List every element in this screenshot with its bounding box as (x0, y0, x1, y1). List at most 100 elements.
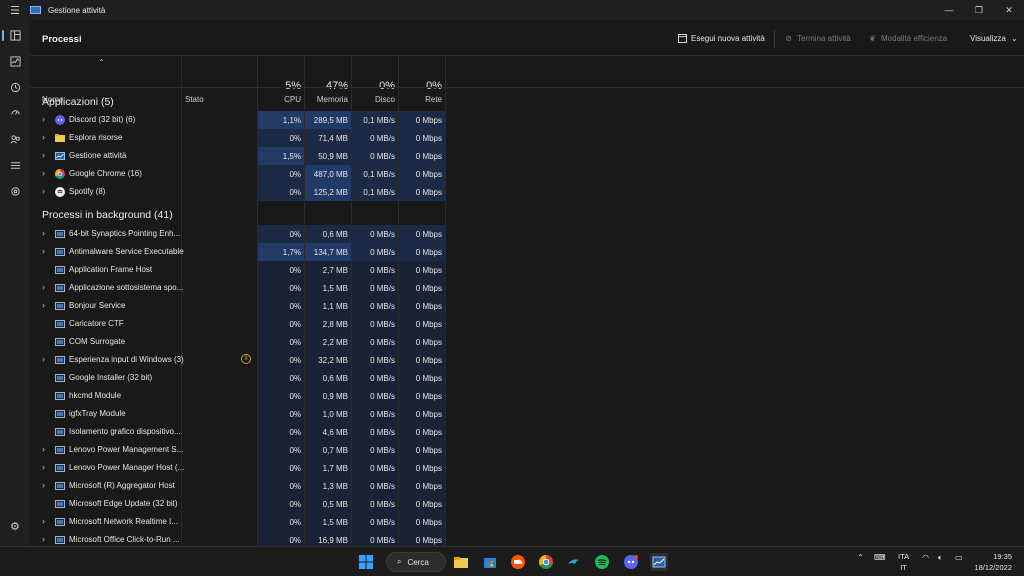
nav-services[interactable] (0, 180, 30, 202)
chevron-right-icon[interactable]: › (42, 462, 45, 472)
chevron-right-icon[interactable]: › (42, 354, 45, 364)
process-row[interactable]: › Google Chrome (16) 0% 487,0 MB 0,1 MB/… (30, 165, 1024, 183)
column-memory[interactable]: 47% Memoria (305, 56, 351, 108)
process-row[interactable]: › Bonjour Service 0% 1,1 MB 0 MB/s 0 Mbps (30, 297, 1024, 315)
performance-icon (9, 55, 21, 67)
chevron-up-icon[interactable]: ⌃ (857, 553, 864, 562)
process-row[interactable]: › Spotify (8) 0% 125,2 MB 0,1 MB/s 0 Mbp… (30, 183, 1024, 201)
column-cpu[interactable]: 5% CPU (258, 56, 304, 108)
nav-startup-apps[interactable] (0, 102, 30, 124)
title-bar: ☰ Gestione attività — ❐ ✕ (0, 0, 1024, 20)
battery-icon[interactable]: ▭ (955, 553, 963, 562)
nav-details[interactable] (0, 154, 30, 176)
chevron-right-icon[interactable]: › (42, 114, 45, 124)
settings-icon[interactable]: ⚙ (10, 520, 20, 533)
windows-logo-icon (359, 555, 373, 569)
process-row[interactable]: Google Installer (32 bit) 0% 0,6 MB 0 MB/s 0… (30, 369, 1024, 387)
clock[interactable]: 19:35 18/12/2022 (974, 551, 1012, 573)
efficiency-mode-button[interactable]: ❦ Modalità efficienza (868, 34, 947, 43)
process-row[interactable]: Isolamento grafico dispositivo... 0% 4,6 M… (30, 423, 1024, 441)
process-row[interactable]: Caricatore CTF 0% 2,8 MB 0 MB/s 0 Mbps (30, 315, 1024, 333)
run-new-task-button[interactable]: Esegui nuova attività (678, 34, 765, 43)
taskbar-search[interactable]: ⌕ Cerca (386, 552, 446, 572)
process-row[interactable]: › Gestione attività 1,5% 50,9 MB 0 MB/s … (30, 147, 1024, 165)
language-indicator[interactable]: ITA IT (898, 551, 909, 573)
discord-icon (55, 115, 65, 125)
taskbar-dolphin-app[interactable] (565, 553, 583, 571)
taskbar: ⌕ Cerca ⌃ ⌨ ITA IT ◠ 🔈︎ ▭ 19:35 18/12/20… (0, 546, 1024, 576)
chevron-right-icon[interactable]: › (42, 300, 45, 310)
services-icon (10, 186, 20, 196)
taskbar-soundcloud[interactable] (509, 553, 527, 571)
end-task-icon: ⊘ (785, 34, 792, 43)
process-icon (55, 464, 65, 472)
column-status[interactable]: Stato (185, 56, 255, 108)
taskbar-spotify[interactable] (593, 553, 611, 571)
taskbar-file-explorer[interactable] (452, 553, 470, 571)
taskbar-store[interactable] (481, 553, 499, 571)
process-icon (55, 320, 65, 328)
folder-icon (454, 557, 468, 568)
chevron-right-icon[interactable]: › (42, 132, 45, 142)
new-task-icon (678, 34, 687, 43)
chevron-right-icon[interactable]: › (42, 282, 45, 292)
process-row[interactable]: › Esplora risorse 0% 71,4 MB 0 MB/s 0 Mb… (30, 129, 1024, 147)
process-row[interactable]: hkcmd Module 0% 0,9 MB 0 MB/s 0 Mbps (30, 387, 1024, 405)
chevron-right-icon[interactable]: › (42, 228, 45, 238)
start-button[interactable] (357, 553, 375, 571)
column-disk[interactable]: 0% Disco (352, 56, 398, 108)
end-task-button[interactable]: ⊘ Termina attività (784, 34, 851, 43)
process-icon (55, 302, 65, 310)
process-row[interactable]: › Microsoft Network Realtime I... 0% 1,5 MB… (30, 513, 1024, 531)
chevron-right-icon[interactable]: › (42, 444, 45, 454)
taskbar-task-manager[interactable] (650, 553, 668, 571)
volume-icon[interactable]: 🔈︎ (938, 553, 943, 563)
process-row[interactable]: igfxTray Module 0% 1,0 MB 0 MB/s 0 Mbps (30, 405, 1024, 423)
hamburger-menu-icon[interactable]: ☰ (0, 0, 30, 20)
chrome-icon (539, 555, 553, 569)
processes-icon (9, 29, 21, 41)
chevron-right-icon[interactable]: › (42, 480, 45, 490)
nav-performance[interactable] (0, 50, 30, 72)
process-row[interactable]: › 64-bit Synaptics Pointing Enh... 0% 0,6 M… (30, 225, 1024, 243)
store-icon (484, 558, 496, 568)
chevron-right-icon[interactable]: › (42, 246, 45, 256)
process-icon (55, 428, 65, 436)
chevron-right-icon[interactable]: › (42, 534, 45, 544)
column-network[interactable]: 0% Rete (399, 56, 445, 108)
process-row[interactable]: › Discord (32 bit) (6) 1,1% 289,5 MB 0,1… (30, 111, 1024, 129)
nav-users[interactable] (0, 128, 30, 150)
taskbar-discord[interactable] (622, 553, 640, 571)
chevron-right-icon[interactable]: › (42, 186, 45, 196)
wifi-icon[interactable]: ◠ (922, 553, 929, 562)
maximize-button[interactable]: ❐ (964, 0, 994, 20)
process-row[interactable]: › Microsoft (R) Aggregator Host 0% 1,3 MB 0 … (30, 477, 1024, 495)
process-row[interactable]: Application Frame Host 0% 2,7 MB 0 MB/s 0 Mb… (30, 261, 1024, 279)
pause-status-icon: II (241, 354, 251, 364)
keyboard-icon[interactable]: ⌨ (874, 553, 886, 562)
close-button[interactable]: ✕ (994, 0, 1024, 20)
view-dropdown[interactable]: Visualizza ⌄ (970, 34, 1019, 43)
process-icon (55, 518, 65, 526)
process-row[interactable]: › Applicazione sottosistema spo... 0% 1,5 M… (30, 279, 1024, 297)
process-row[interactable]: Microsoft Edge Update (32 bit) 0% 0,5 MB 0 … (30, 495, 1024, 513)
nav-processes[interactable] (0, 24, 30, 46)
chevron-right-icon[interactable]: › (42, 516, 45, 526)
chevron-right-icon[interactable]: › (42, 168, 45, 178)
chevron-right-icon[interactable]: › (42, 150, 45, 160)
process-icon (55, 500, 65, 508)
process-row[interactable]: › Lenovo Power Management S... 0% 0,7 MB 0 M… (30, 441, 1024, 459)
chrome-icon (55, 169, 65, 179)
process-row[interactable]: › Lenovo Power Manager Host (... 0% 1,7 MB 0… (30, 459, 1024, 477)
process-icon (55, 392, 65, 400)
process-icon (55, 230, 65, 238)
process-row[interactable]: › Antimalware Service Executable 1,7% 134,7… (30, 243, 1024, 261)
minimize-button[interactable]: — (934, 0, 964, 20)
taskbar-chrome[interactable] (537, 553, 555, 571)
process-icon (55, 356, 65, 364)
nav-app-history[interactable] (0, 76, 30, 98)
process-row[interactable]: › Esperienza input di Windows (3) II 0% 32,2… (30, 351, 1024, 369)
process-row[interactable]: COM Surrogate 0% 2,2 MB 0 MB/s 0 Mbps (30, 333, 1024, 351)
process-row[interactable]: › Microsoft Office Click-to-Run ... 0% 16,9… (30, 531, 1024, 546)
folder-icon (55, 134, 65, 142)
